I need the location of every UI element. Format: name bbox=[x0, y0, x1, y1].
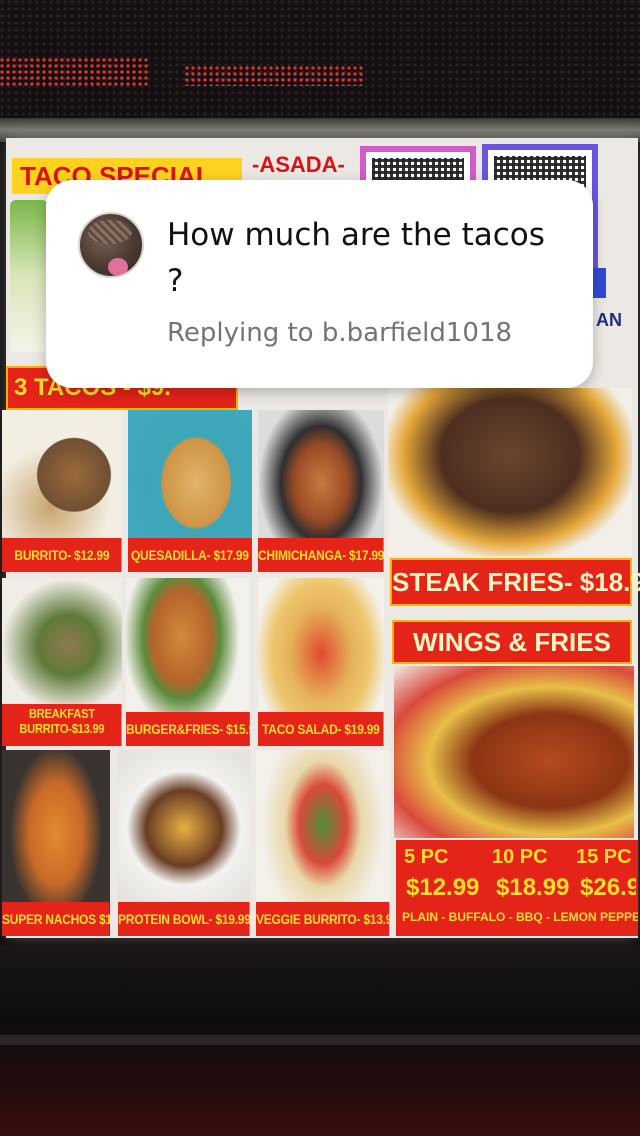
an-tag: AN bbox=[596, 310, 622, 330]
question-text: How much are the tacos ? bbox=[167, 217, 545, 299]
menu-item-chimichanga: CHIMICHANGA- $17.99 bbox=[258, 410, 384, 572]
menu-item-veggie-burrito: VEGGIE BURRITO- $13.99 bbox=[256, 750, 390, 936]
wings-price-10: $18.99 bbox=[496, 874, 570, 901]
item-label: TACO SALAD- $19.99 bbox=[258, 712, 384, 746]
reply-prefix: Replying to bbox=[167, 318, 314, 348]
menu-item-taco-salad: TACO SALAD- $19.99 bbox=[258, 578, 384, 746]
menu-item-breakfast-burrito: BREAKFAST BURRITO-$13.99 bbox=[2, 578, 122, 746]
avatar bbox=[78, 212, 144, 278]
wings-photo bbox=[394, 666, 634, 838]
item-label: SUPER NACHOS $17.99 bbox=[2, 902, 110, 936]
wings-count-10: 10 PC bbox=[492, 846, 548, 868]
wings-count-15: 15 PC bbox=[576, 846, 632, 868]
replying-to-text: Replying to b.barfield1018 bbox=[167, 318, 512, 348]
ledge bbox=[0, 1035, 640, 1045]
item-label: BURRITO- $12.99 bbox=[2, 538, 122, 572]
question-reply-card[interactable]: How much are the tacos ? Replying to b.b… bbox=[46, 180, 593, 388]
menu-item-quesadilla: QUESADILLA- $17.99 bbox=[128, 410, 252, 572]
menu-item-burger-fries: BURGER&FRIES- $15.99 bbox=[126, 578, 250, 746]
item-label: BREAKFAST BURRITO-$13.99 bbox=[2, 704, 122, 746]
menu-item-burrito: BURRITO- $12.99 bbox=[2, 410, 122, 572]
wings-price-15: $26.99 bbox=[580, 874, 636, 901]
item-label: BURGER&FRIES- $15.99 bbox=[126, 712, 250, 746]
menu-item-super-nachos: SUPER NACHOS $17.99 bbox=[2, 750, 110, 936]
blue-block bbox=[592, 268, 606, 298]
menu-item-protein-bowl: PROTEIN BOWL- $19.99 bbox=[118, 750, 250, 936]
wings-flavors: PLAIN - BUFFALO - BBQ - LEMON PEPPER bbox=[402, 910, 638, 924]
asada-label: -ASADA- bbox=[252, 152, 345, 177]
reply-username: b.barfield1018 bbox=[321, 318, 513, 348]
wings-count-5: 5 PC bbox=[404, 846, 449, 868]
wings-price-panel: 5 PC 10 PC 15 PC $12.99 $18.99 $26.99 PL… bbox=[396, 840, 638, 936]
item-label: VEGGIE BURRITO- $13.99 bbox=[256, 902, 390, 936]
led-sign-background bbox=[0, 0, 640, 125]
led-dots-left bbox=[0, 58, 150, 86]
taco-special-photo bbox=[10, 200, 48, 352]
item-label: CHIMICHANGA- $17.99 bbox=[258, 538, 384, 572]
steak-fries-banner: STEAK FRIES- $18.99 bbox=[390, 558, 640, 606]
led-dots-right bbox=[185, 66, 365, 86]
wings-fries-banner: WINGS & FRIES bbox=[392, 620, 632, 664]
item-label: PROTEIN BOWL- $19.99 bbox=[118, 902, 250, 936]
steak-fries-photo bbox=[388, 388, 632, 556]
wings-price-5: $12.99 bbox=[406, 874, 480, 901]
item-label: QUESADILLA- $17.99 bbox=[128, 538, 252, 572]
